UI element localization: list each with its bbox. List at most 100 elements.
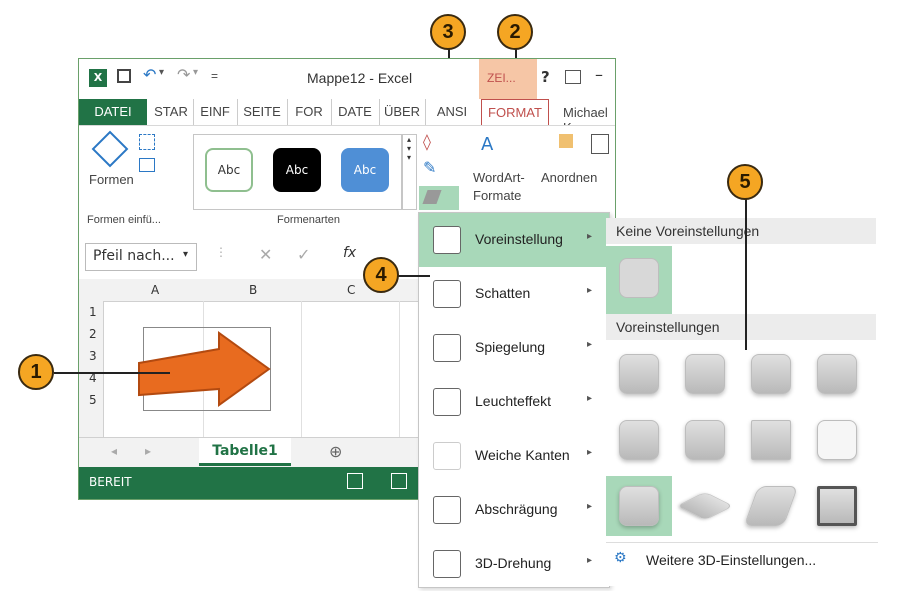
textbox-icon[interactable] <box>139 158 155 172</box>
preset-8-swatch <box>817 420 857 460</box>
menu-item-schatten[interactable]: Schatten ▸ <box>419 267 609 321</box>
tab-format[interactable]: FORMAT <box>481 99 549 125</box>
fx-icon[interactable]: fx <box>343 245 356 261</box>
callout-4: 4 <box>363 257 399 293</box>
gallery-divider <box>606 542 878 543</box>
redo-icon[interactable]: ↷ <box>177 65 190 84</box>
menu-item-3d-drehung[interactable]: 3D-Drehung ▸ <box>419 537 609 591</box>
more-3d-settings-link[interactable]: Weitere 3D-Einstellungen... <box>646 552 816 568</box>
preset-6[interactable] <box>672 410 738 470</box>
preset-4-swatch <box>817 354 857 394</box>
outline-icon[interactable]: ✎ <box>423 158 436 177</box>
ribbon-display-icon[interactable] <box>565 70 581 84</box>
gallery-scroll[interactable]: ▴ ▾ ▾ <box>401 134 417 210</box>
3d-rotation-thumb-icon <box>433 550 461 578</box>
qat-customize[interactable]: = <box>211 69 218 83</box>
preset-12[interactable] <box>804 476 870 536</box>
style-blue[interactable]: Abc <box>341 148 389 192</box>
formen-label[interactable]: Formen <box>89 172 134 187</box>
row-header-1[interactable]: 1 <box>89 305 97 319</box>
tab-ueberpruefen[interactable]: ÜBER <box>379 99 424 125</box>
enter-icon[interactable]: ✓ <box>297 245 310 264</box>
name-box-value: Pfeil nach... <box>93 248 175 264</box>
tab-formeln[interactable]: FOR <box>287 99 330 125</box>
glow-thumb-icon <box>433 388 461 416</box>
window-title: Mappe12 - Excel <box>307 70 413 86</box>
style-black[interactable]: Abc <box>273 148 321 192</box>
preset-3-swatch <box>751 354 791 394</box>
wordart-icon[interactable]: A <box>481 134 493 155</box>
wordart-label-2[interactable]: Formate <box>473 188 521 203</box>
preset-5[interactable] <box>606 410 672 470</box>
name-box-dropdown-icon[interactable]: ▾ <box>183 249 188 260</box>
tab-einfuegen[interactable]: EINF <box>193 99 236 125</box>
edit-shape-icon[interactable] <box>139 134 155 150</box>
sheet-prev-icon[interactable]: ◂ <box>111 444 117 458</box>
preset-5-swatch <box>619 420 659 460</box>
row-header-2[interactable]: 2 <box>89 327 97 341</box>
tab-ansicht[interactable]: ANSI <box>425 99 478 125</box>
preset-none-swatch <box>619 258 659 298</box>
callout-4-line <box>398 275 430 277</box>
menu-item-spiegelung[interactable]: Spiegelung ▸ <box>419 321 609 375</box>
menu-label-3d-drehung: 3D-Drehung <box>475 555 552 571</box>
callout-1-line <box>54 372 170 374</box>
undo-dropdown-icon[interactable]: ▾ <box>159 67 164 78</box>
preset-none[interactable] <box>606 246 672 316</box>
size-icon[interactable] <box>591 134 609 154</box>
preset-9[interactable] <box>606 476 672 536</box>
menu-item-leuchteffekt[interactable]: Leuchteffekt ▸ <box>419 375 609 429</box>
column-header-b[interactable]: B <box>249 283 257 297</box>
tab-start[interactable]: STAR <box>149 99 193 125</box>
minimize-button[interactable]: – <box>595 65 603 84</box>
shapes-icon[interactable] <box>91 130 129 168</box>
preset-1-swatch <box>619 354 659 394</box>
cancel-icon[interactable]: ✕ <box>259 245 272 264</box>
preset-6-swatch <box>685 420 725 460</box>
excel-logo-icon: X <box>89 69 107 87</box>
tab-datei[interactable]: DATEI <box>79 99 147 125</box>
normal-view-icon[interactable] <box>347 473 363 489</box>
wordart-label[interactable]: WordArt- <box>473 170 525 185</box>
gridline-v3 <box>399 301 400 439</box>
help-button[interactable]: ? <box>541 68 550 86</box>
column-header-a[interactable]: A <box>151 283 159 297</box>
fill-icon[interactable]: ◊ <box>423 132 431 151</box>
undo-icon[interactable]: ↶ <box>143 65 156 84</box>
row-header-3[interactable]: 3 <box>89 349 97 363</box>
reflection-thumb-icon <box>433 334 461 362</box>
preset-3[interactable] <box>738 344 804 404</box>
preset-7-swatch <box>751 420 791 460</box>
preset-11[interactable] <box>738 476 804 536</box>
sheet-next-icon[interactable]: ▸ <box>145 444 151 458</box>
menu-item-abschraegung[interactable]: Abschrägung ▸ <box>419 483 609 537</box>
menu-label-spiegelung: Spiegelung <box>475 339 546 355</box>
menu-item-voreinstellung[interactable]: Voreinstellung ▸ <box>419 213 609 267</box>
preset-2[interactable] <box>672 344 738 404</box>
style-outline[interactable]: Abc <box>205 148 253 192</box>
page-layout-icon[interactable] <box>391 473 407 489</box>
preset-4[interactable] <box>804 344 870 404</box>
redo-dropdown-icon[interactable]: ▾ <box>193 67 198 78</box>
gallery-header-none: Keine Voreinstellungen <box>606 218 876 244</box>
anordnen-label[interactable]: Anordnen <box>541 170 597 185</box>
tab-daten[interactable]: DATE <box>331 99 378 125</box>
sheet-tab-tabelle1[interactable]: Tabelle1 <box>199 438 291 466</box>
preset-11-swatch <box>743 486 799 526</box>
arrow-shape[interactable] <box>129 319 289 419</box>
arrange-icon[interactable] <box>559 134 573 148</box>
menu-label-schatten: Schatten <box>475 285 531 301</box>
preset-1[interactable] <box>606 344 672 404</box>
row-header-5[interactable]: 5 <box>89 393 97 407</box>
column-header-c[interactable]: C <box>347 283 355 297</box>
preset-thumb-icon <box>433 226 461 254</box>
save-icon[interactable] <box>117 69 131 83</box>
tab-seite[interactable]: SEITE <box>237 99 286 125</box>
add-sheet-icon[interactable]: ⊕ <box>329 442 342 461</box>
preset-8[interactable] <box>804 410 870 470</box>
menu-item-weiche-kanten[interactable]: Weiche Kanten ▸ <box>419 429 609 483</box>
preset-7[interactable] <box>738 410 804 470</box>
submenu-arrow-icon: ▸ <box>587 555 593 566</box>
preset-10[interactable] <box>672 476 738 536</box>
menu-label-abschraegung: Abschrägung <box>475 501 558 517</box>
